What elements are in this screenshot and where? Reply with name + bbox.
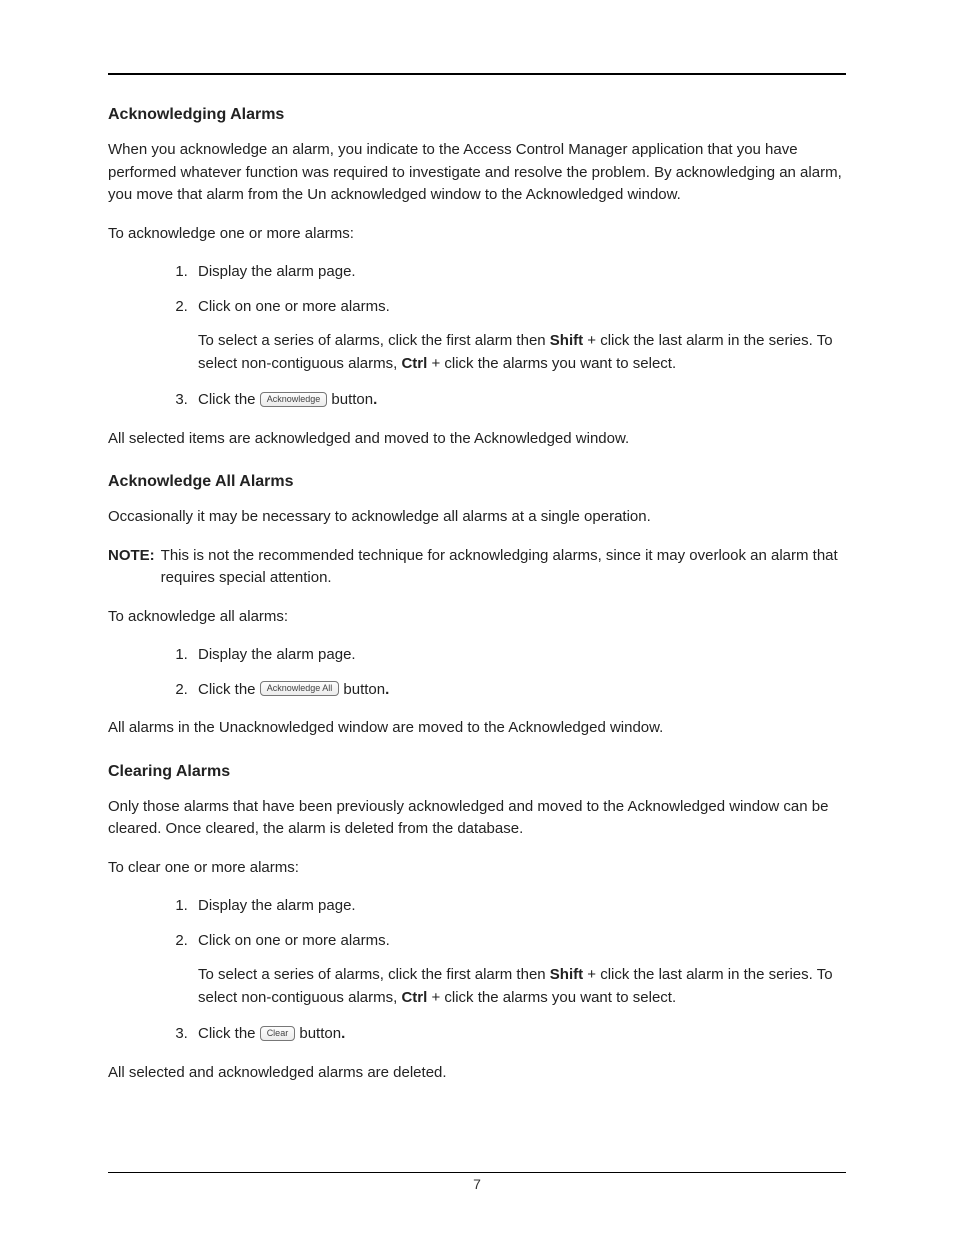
heading-acknowledging-alarms: Acknowledging Alarms bbox=[108, 103, 846, 127]
document-page: Acknowledging Alarms When you acknowledg… bbox=[0, 0, 954, 1235]
list-item-text: Click on one or more alarms. bbox=[198, 298, 390, 315]
list-item: Display the alarm page. bbox=[192, 644, 846, 667]
paragraph: Only those alarms that have been previou… bbox=[108, 796, 846, 841]
text: To select a series of alarms, click the … bbox=[198, 332, 550, 349]
text: + click the alarms you want to select. bbox=[427, 355, 676, 372]
ordered-list: Display the alarm page. Click the Acknow… bbox=[108, 644, 846, 701]
note-body: This is not the recommended technique fo… bbox=[161, 545, 846, 590]
acknowledge-all-button-icon: Acknowledge All bbox=[260, 681, 340, 696]
list-item: Click on one or more alarms. To select a… bbox=[192, 930, 846, 1010]
text: Click the bbox=[198, 1025, 260, 1042]
text: Click the bbox=[198, 681, 260, 698]
paragraph: All selected and acknowledged alarms are… bbox=[108, 1062, 846, 1085]
heading-clearing-alarms: Clearing Alarms bbox=[108, 760, 846, 784]
paragraph: All alarms in the Unacknowledged window … bbox=[108, 717, 846, 740]
list-item: Click the Clear button. bbox=[192, 1023, 846, 1046]
paragraph: To acknowledge all alarms: bbox=[108, 606, 846, 629]
key-shift: Shift bbox=[550, 966, 583, 983]
acknowledge-button-icon: Acknowledge bbox=[260, 392, 328, 407]
list-item: Display the alarm page. bbox=[192, 895, 846, 918]
text-bold-period: . bbox=[373, 391, 377, 408]
paragraph: Occasionally it may be necessary to ackn… bbox=[108, 506, 846, 529]
paragraph: To clear one or more alarms: bbox=[108, 857, 846, 880]
list-item: Click the Acknowledge All button. bbox=[192, 679, 846, 702]
footer-rule bbox=[108, 1172, 846, 1173]
text-bold-period: . bbox=[341, 1025, 345, 1042]
paragraph: To acknowledge one or more alarms: bbox=[108, 223, 846, 246]
key-shift: Shift bbox=[550, 332, 583, 349]
key-ctrl: Ctrl bbox=[401, 989, 427, 1006]
list-item-subtext: To select a series of alarms, click the … bbox=[198, 330, 846, 375]
ordered-list: Display the alarm page. Click on one or … bbox=[108, 261, 846, 412]
text-bold-period: . bbox=[385, 681, 389, 698]
text: To select a series of alarms, click the … bbox=[198, 966, 550, 983]
key-ctrl: Ctrl bbox=[401, 355, 427, 372]
list-item: Display the alarm page. bbox=[192, 261, 846, 284]
list-item-text: Click on one or more alarms. bbox=[198, 932, 390, 949]
text: button bbox=[343, 681, 385, 698]
heading-acknowledge-all-alarms: Acknowledge All Alarms bbox=[108, 470, 846, 494]
paragraph: All selected items are acknowledged and … bbox=[108, 428, 846, 451]
clear-button-icon: Clear bbox=[260, 1026, 296, 1041]
paragraph: When you acknowledge an alarm, you indic… bbox=[108, 139, 846, 207]
text: button bbox=[299, 1025, 341, 1042]
header-rule bbox=[108, 73, 846, 75]
ordered-list: Display the alarm page. Click on one or … bbox=[108, 895, 846, 1046]
text: Click the bbox=[198, 391, 260, 408]
text: button bbox=[331, 391, 373, 408]
note-label: NOTE: bbox=[108, 545, 155, 568]
list-item-subtext: To select a series of alarms, click the … bbox=[198, 964, 846, 1009]
page-number: 7 bbox=[0, 1174, 954, 1195]
note-block: NOTE: This is not the recommended techni… bbox=[108, 545, 846, 590]
text: + click the alarms you want to select. bbox=[427, 989, 676, 1006]
list-item: Click the Acknowledge button. bbox=[192, 389, 846, 412]
list-item: Click on one or more alarms. To select a… bbox=[192, 296, 846, 376]
